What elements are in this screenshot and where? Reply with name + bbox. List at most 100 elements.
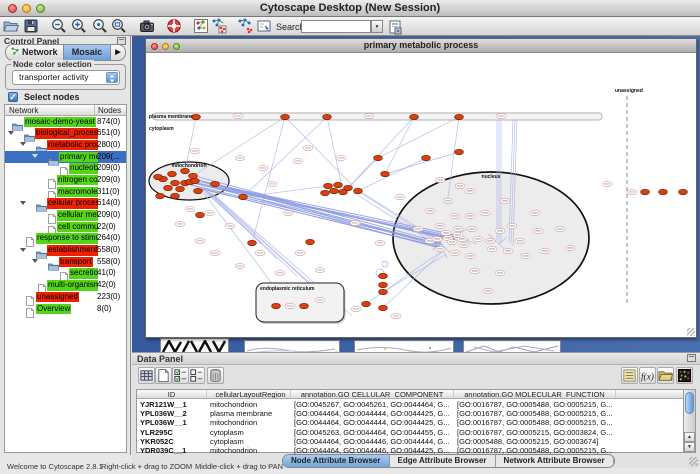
function-icon[interactable]: f(x) xyxy=(639,367,656,384)
tree-row[interactable]: Overview8(0) xyxy=(5,303,126,315)
network-overlay-2-icon[interactable] xyxy=(236,18,254,35)
network-canvas[interactable]: plasma membranecytoplasmmitochondrionnuc… xyxy=(147,54,695,334)
zoom-selected-icon[interactable] xyxy=(91,18,109,35)
tree-row[interactable]: cellular metabol209(0) xyxy=(5,210,126,222)
scroll-down-icon[interactable]: ▼ xyxy=(684,442,695,452)
tree-row-label[interactable]: biological_process xyxy=(35,128,98,139)
dropdown-stepper-icon[interactable] xyxy=(106,72,118,83)
tree-row-label[interactable]: cellular process xyxy=(47,198,98,209)
delete-attr-icon[interactable] xyxy=(207,367,224,384)
tree-row-label[interactable]: establishment of lo xyxy=(47,245,98,256)
tree-row-label[interactable]: cellular metabol xyxy=(57,210,98,221)
matrix-icon[interactable] xyxy=(676,367,693,384)
column-header[interactable]: annotation.GO CELLULAR_COMPONENT xyxy=(291,390,454,398)
unselect-attr-icon[interactable] xyxy=(188,367,205,384)
expand-triangle-icon[interactable] xyxy=(20,142,26,146)
tree-row-label[interactable]: primary metabolic xyxy=(59,152,98,163)
import-icon[interactable] xyxy=(255,18,273,35)
tree-row[interactable]: nitrogen compo209(0) xyxy=(5,174,126,186)
tree-row[interactable]: cell communicat22(0) xyxy=(5,221,126,233)
expand-triangle-icon[interactable] xyxy=(20,248,26,252)
table-row[interactable]: YJR121W__1mitochondrion[GO:0045267, GO:0… xyxy=(137,400,684,409)
tree-row-label[interactable]: mosaic-demo-yeast xyxy=(24,117,96,128)
table-row[interactable]: YPL036W__2plasma membrane[GO:0044464, GO… xyxy=(137,409,684,418)
expand-triangle-icon[interactable] xyxy=(32,154,38,158)
table-row[interactable]: YLR295Ccytoplasm[GO:0045263, GO:0044464,… xyxy=(137,428,684,437)
import-table-icon[interactable] xyxy=(657,367,674,384)
zoom-in-icon[interactable] xyxy=(70,18,88,35)
attr-table-icon[interactable] xyxy=(138,367,155,384)
tree-row-label[interactable]: nucleobase- xyxy=(69,163,98,174)
tree-row[interactable]: nucleobase-209(0) xyxy=(5,163,126,175)
expand-triangle-icon[interactable] xyxy=(8,131,14,135)
tree-header[interactable]: Network Nodes xyxy=(5,105,126,116)
tree-row[interactable]: unassigned223(0) xyxy=(5,291,126,303)
zoom-out-icon[interactable] xyxy=(50,18,68,35)
tree-row[interactable]: secretion41(0) xyxy=(5,268,126,280)
tree-row-label[interactable]: macromolecule xyxy=(57,187,98,198)
status-bar: Welcome to Cytoscape 2.8.1 Right-click +… xyxy=(0,455,700,474)
network-node xyxy=(330,188,339,193)
open-icon[interactable] xyxy=(2,18,20,35)
expand-triangle-icon[interactable] xyxy=(32,259,38,263)
tree-row[interactable]: transport558(0) xyxy=(5,256,126,268)
tree-row[interactable]: mosaic-demo-yeast874(0) xyxy=(5,116,126,128)
table-row[interactable]: YPL036W__1mitochondrion[GO:0044464, GO:0… xyxy=(137,418,684,427)
tree-row[interactable]: establishment of lo558(0) xyxy=(5,245,126,257)
tree-row-label[interactable]: Overview xyxy=(36,304,71,315)
scroll-up-icon[interactable]: ▲ xyxy=(684,432,695,442)
network-node xyxy=(641,189,650,194)
table-cell: [GO:0044464, GO:0044446, GO:0044444, G..… xyxy=(291,437,454,446)
tree-row-label[interactable]: secretion xyxy=(69,268,98,279)
tab-network[interactable]: Network xyxy=(6,45,63,60)
attr-list-icon[interactable] xyxy=(621,367,638,384)
tree-row[interactable]: multi-organism pro42(0) xyxy=(5,280,126,292)
window-resize-grip[interactable] xyxy=(687,328,695,336)
save-icon[interactable] xyxy=(22,18,40,35)
tree-row-label[interactable]: unassigned xyxy=(36,292,79,303)
network-window-titlebar[interactable]: primary metabolic process xyxy=(146,39,696,53)
float-panel-icon[interactable] xyxy=(687,354,696,362)
tree-row[interactable]: primary metabolic209(... xyxy=(5,151,126,163)
tree-row[interactable]: metabolic process280(0) xyxy=(5,139,126,151)
scrollbar-thumb[interactable] xyxy=(685,392,694,414)
tree-row-label[interactable]: nitrogen compo xyxy=(57,175,98,186)
search-input[interactable] xyxy=(301,20,371,33)
vizmapper-icon[interactable] xyxy=(192,18,210,35)
tree-row[interactable]: biological_process651(0) xyxy=(5,128,126,140)
background-window[interactable] xyxy=(463,340,561,352)
search-dropdown-button[interactable]: ▼ xyxy=(371,20,383,33)
zoom-fit-icon[interactable] xyxy=(110,18,128,35)
background-window[interactable] xyxy=(160,338,229,352)
select-nodes-checkbox[interactable]: ✓ xyxy=(8,92,18,102)
tree-row[interactable]: cellular process614(0) xyxy=(5,198,126,210)
background-window[interactable] xyxy=(244,340,340,352)
tree-row-label[interactable]: multi-organism pro xyxy=(47,280,98,291)
column-header[interactable]: annotation.GO MOLECULAR_FUNCTION xyxy=(454,390,616,398)
tree-row-label[interactable]: cell communicat xyxy=(57,222,98,233)
select-attr-icon[interactable] xyxy=(172,367,189,384)
new-attr-icon[interactable] xyxy=(155,367,172,384)
tree-row[interactable]: macromolecule311(0) xyxy=(5,186,126,198)
network-node xyxy=(239,194,248,199)
table-scrollbar[interactable]: ▲ ▼ xyxy=(683,389,696,453)
tree-row-label[interactable]: response to stimulu xyxy=(36,233,98,244)
tree-row-label[interactable]: transport xyxy=(59,257,93,268)
tree-row[interactable]: response to stimulu264(0) xyxy=(5,233,126,245)
column-header[interactable]: _cellularLayoutRegion xyxy=(207,390,291,398)
column-header[interactable]: ID xyxy=(137,390,207,398)
table-row[interactable]: YKR052Ccytoplasm[GO:0044464, GO:0044446,… xyxy=(137,437,684,446)
window-titlebar[interactable]: Cytoscape Desktop (New Session) xyxy=(0,0,700,17)
tree-row-label[interactable]: metabolic process xyxy=(47,140,98,151)
network-overlay-1-icon[interactable] xyxy=(210,18,228,35)
expand-triangle-icon[interactable] xyxy=(20,201,26,205)
help-icon[interactable] xyxy=(165,18,183,35)
table-cell: YPL036W__2 xyxy=(137,409,207,418)
tab-mosaic[interactable]: Mosaic xyxy=(63,45,111,60)
snapshot-icon[interactable] xyxy=(138,18,156,35)
tab-overflow-arrow[interactable]: ▶ xyxy=(111,45,125,60)
background-window[interactable] xyxy=(354,340,454,352)
network-view-window[interactable]: primary metabolic process plasma membran… xyxy=(145,38,697,338)
node-color-dropdown[interactable]: transporter activity xyxy=(12,70,120,85)
search-options-icon[interactable] xyxy=(386,19,404,36)
